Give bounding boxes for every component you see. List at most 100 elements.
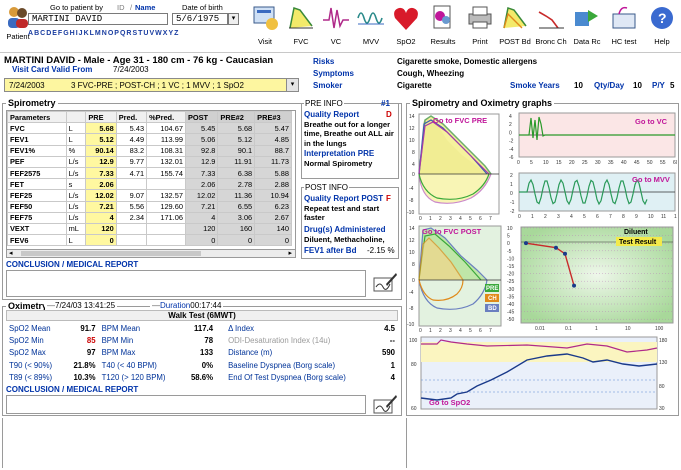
toolbar: Patient Go to patient by ID / Name Date … <box>0 0 681 53</box>
hc-test-button[interactable]: HC test <box>606 4 642 50</box>
table-cell: 160 <box>217 222 256 236</box>
table-row[interactable]: FVC L 5.68 5.43 104.67 5.45 5.68 5.47 <box>7 122 292 135</box>
bronc-ch-button[interactable]: Bronc Ch <box>533 4 569 50</box>
visit-dropdown-icon[interactable]: ▾ <box>286 79 298 91</box>
alphabet-letter[interactable]: N <box>102 30 107 37</box>
spo2-label[interactable]: Go to SpO2 <box>429 398 470 407</box>
alphabet-letter[interactable]: I <box>76 30 78 37</box>
scroll-left-icon[interactable]: ◂ <box>9 249 13 257</box>
table-row[interactable]: FEF50 L/s 7.21 5.56 129.60 7.21 6.55 6.23 <box>7 200 292 213</box>
alphabet-letter[interactable]: K <box>84 30 89 37</box>
vc-label[interactable]: Go to VC <box>635 117 668 126</box>
spiro-sign-button[interactable] <box>372 270 398 294</box>
oxi-conclusion-textarea[interactable] <box>6 395 366 414</box>
test-result-label: Test Result <box>619 239 657 246</box>
spiro-conclusion-textarea[interactable] <box>6 270 366 297</box>
column-header[interactable]: PRE <box>85 111 117 124</box>
print-button[interactable]: Print <box>462 4 498 50</box>
alphabet-letter[interactable]: A <box>28 30 33 37</box>
axis-tick-label: 60 <box>673 160 677 166</box>
results-button[interactable]: Results <box>425 4 461 50</box>
mvv-button[interactable]: MVV <box>353 4 389 50</box>
scroll-right-icon[interactable]: ▸ <box>288 249 292 257</box>
alphabet-letter[interactable]: T <box>138 30 142 37</box>
alphabet-letter[interactable]: E <box>52 30 57 37</box>
test-result-chart[interactable]: Diluent Test Result 0.01 0.1 1 10 1001050-5-… <box>505 224 677 334</box>
axis-tick-label: 10 <box>543 160 549 166</box>
spo2-button[interactable]: SpO2 <box>388 4 424 50</box>
table-cell: 7.21 <box>184 200 219 213</box>
axis-tick-label: 2 <box>510 173 513 179</box>
dob-input[interactable]: 5/6/1975 <box>172 13 228 25</box>
spo2-chart[interactable]: Go to SpO2 100 80 60 180 130 80 30 <box>407 334 677 414</box>
table-row[interactable]: FET s 2.06 2.06 2.78 2.88 <box>7 178 292 191</box>
table-hscrollbar[interactable]: ◂ ▸ <box>6 249 296 258</box>
table-row[interactable]: FEV1%% 90.14 83.2 108.31 92.8 90.1 88.7 <box>7 144 292 157</box>
alphabet-letter[interactable]: W <box>155 30 162 37</box>
fev1-after-bd-value: -2.15 % <box>367 246 395 255</box>
column-header[interactable]: Parameters <box>7 111 67 124</box>
column-header[interactable]: %Pred. <box>146 111 186 124</box>
alphabet-letter[interactable]: Y <box>168 30 173 37</box>
alphabet-letter[interactable]: C <box>40 30 45 37</box>
oxi-sign-button[interactable] <box>372 393 398 415</box>
svg-text:-4: -4 <box>409 186 414 192</box>
axis-tick-label: 45 <box>634 160 640 166</box>
alphabet-letter[interactable]: J <box>79 30 83 37</box>
scroll-thumb[interactable] <box>21 251 201 256</box>
alphabet-letter[interactable]: L <box>90 30 94 37</box>
table-row[interactable]: FEF75 L/s 4 2.34 171.06 4 3.06 2.67 <box>7 211 292 224</box>
alphabet-letter[interactable]: Q <box>120 30 125 37</box>
patient-name-input[interactable]: MARTINI DAVID <box>28 13 168 25</box>
column-header[interactable]: PRE#2 <box>217 111 256 124</box>
column-header[interactable]: PRE#3 <box>254 111 292 124</box>
alphabet-letter[interactable]: X <box>163 30 168 37</box>
table-row[interactable]: PEF L/s 12.9 9.77 132.01 12.9 11.91 11.73 <box>7 155 292 168</box>
fvc-pre-chart[interactable]: Go to FVC PRE 141210840-4-8-10 01234567 <box>407 110 503 220</box>
table-cell: 2.34 <box>115 211 148 224</box>
mvv-label[interactable]: Go to MVV <box>632 175 670 184</box>
mvv-chart[interactable]: Go to MVV 0123456789101112210-1-2 <box>505 170 677 222</box>
fvc-pre-label[interactable]: Go to FVC PRE <box>433 116 487 125</box>
column-header[interactable] <box>65 111 87 124</box>
alphabet-letter[interactable]: D <box>46 30 51 37</box>
alphabet-letter[interactable]: S <box>132 30 137 37</box>
oximetry-row: T89 (< 89%) 10.3% T120 (> 120 BPM) 58.6% End… <box>6 372 398 384</box>
fvc-button[interactable]: FVC <box>283 4 319 50</box>
alphabet-letter[interactable]: P <box>114 30 119 37</box>
alphabet-letter[interactable]: H <box>70 30 75 37</box>
vc-chart[interactable]: Go to VC 051015202530354045505560420-2-4… <box>505 110 677 168</box>
alphabet-letter[interactable]: R <box>126 30 131 37</box>
post-bd-button[interactable]: POST Bd <box>497 4 533 50</box>
column-header[interactable]: Pred. <box>115 111 148 124</box>
alphabet-letter[interactable]: Z <box>174 30 178 37</box>
pre-info-title: PRE INFO <box>304 99 344 108</box>
table-row[interactable]: FEF2575 L/s 7.33 4.71 155.74 7.33 6.38 5.88 <box>7 166 292 180</box>
column-header[interactable]: POST <box>184 111 219 124</box>
alphabet-letter[interactable]: F <box>58 30 62 37</box>
visit-selector[interactable]: 7/24/2003 3 FVC-PRE ; POST-CH ; 1 VC ; 1… <box>4 78 299 92</box>
svg-text:14: 14 <box>409 114 415 120</box>
table-row[interactable]: FEV6 L 0 0 0 0 <box>7 234 292 247</box>
table-row[interactable]: FEF25 L/s 12.02 9.07 132.57 12.02 11.36 10.94 <box>7 189 292 202</box>
alphabet-letter[interactable]: B <box>34 30 39 37</box>
vc-button[interactable]: VC <box>318 4 354 50</box>
table-cell: 6.23 <box>254 200 292 213</box>
alphabet-letter[interactable]: V <box>149 30 154 37</box>
alphabet-letter[interactable]: O <box>108 30 113 37</box>
graphs-title: Spirometry and Oximetry graphs <box>410 98 555 108</box>
table-row[interactable]: FEV1 L 5.12 4.49 113.99 5.06 5.12 4.85 <box>7 133 292 146</box>
alphabet-letter[interactable]: G <box>63 30 68 37</box>
dob-dropdown-button[interactable]: ▾ <box>228 13 239 25</box>
oximetry-value: 85 <box>86 336 96 346</box>
alphabet-letter[interactable]: U <box>143 30 148 37</box>
fvc-post-label[interactable]: Go to FVC POST <box>422 227 482 236</box>
fvc-post-chart[interactable]: Go to FVC POST PRE CH BD 14121080-4-8-10… <box>407 222 503 332</box>
help-button[interactable]: ? Help <box>644 4 680 50</box>
svg-text:6: 6 <box>479 216 482 220</box>
visit-button[interactable]: Visit <box>247 4 283 50</box>
table-row[interactable]: VEXT mL 120 120 160 140 <box>7 222 292 236</box>
data-rc-button[interactable]: Data Rc <box>569 4 605 50</box>
alphabet-letter[interactable]: M <box>95 30 101 37</box>
table-cell: L/s <box>65 211 87 224</box>
